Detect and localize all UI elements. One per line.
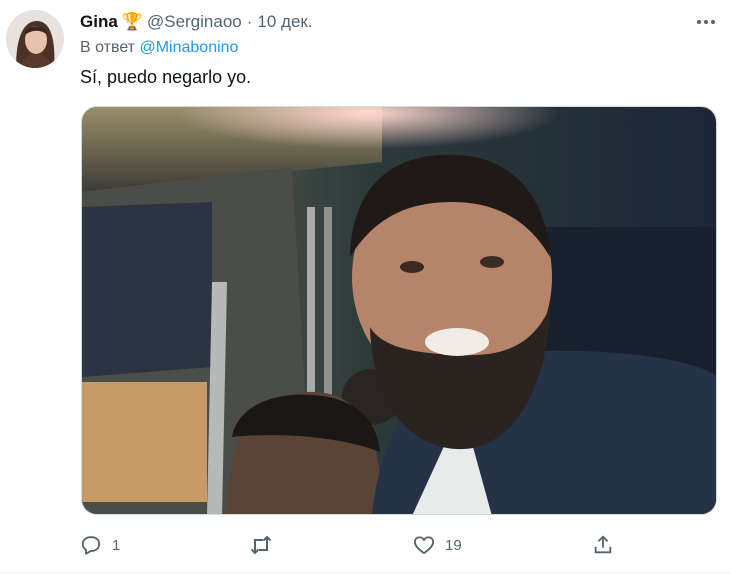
reply-icon <box>81 536 101 555</box>
divider <box>0 572 730 573</box>
avatar[interactable] <box>6 10 64 68</box>
separator-dot: · <box>246 12 253 31</box>
action-bar: 1 19 <box>80 530 640 560</box>
reply-context: В ответ @Minabonino <box>80 39 238 57</box>
tweet[interactable]: Gina 🏆 @Serginaoo · 10 дек. В ответ @Min… <box>0 0 730 574</box>
more-options-button[interactable] <box>692 10 720 34</box>
author-name[interactable]: Gina <box>80 12 118 32</box>
like-count: 19 <box>445 536 462 554</box>
share-icon <box>594 535 612 554</box>
author-handle[interactable]: @Serginaoo <box>147 12 242 32</box>
reply-to-link[interactable]: @Minabonino <box>139 39 238 56</box>
retweet-icon <box>250 535 272 555</box>
tweet-header: Gina 🏆 @Serginaoo · 10 дек. <box>80 10 313 34</box>
like-button[interactable]: 19 <box>413 530 462 560</box>
retweet-button[interactable] <box>249 530 283 560</box>
reply-count: 1 <box>112 536 121 554</box>
avatar-image <box>6 10 64 68</box>
tweet-photo[interactable] <box>81 106 717 515</box>
photo-image <box>82 107 716 514</box>
share-button[interactable] <box>592 530 624 560</box>
tweet-text: Sí, puedo negarlo yo. <box>80 67 252 87</box>
tweet-date[interactable]: 10 дек. <box>257 12 312 32</box>
reply-prefix: В ответ <box>80 39 136 56</box>
trophy-emoji: 🏆 <box>121 12 143 31</box>
heart-icon <box>413 536 434 555</box>
reply-button[interactable]: 1 <box>80 530 120 560</box>
more-horizontal-icon <box>697 20 715 24</box>
